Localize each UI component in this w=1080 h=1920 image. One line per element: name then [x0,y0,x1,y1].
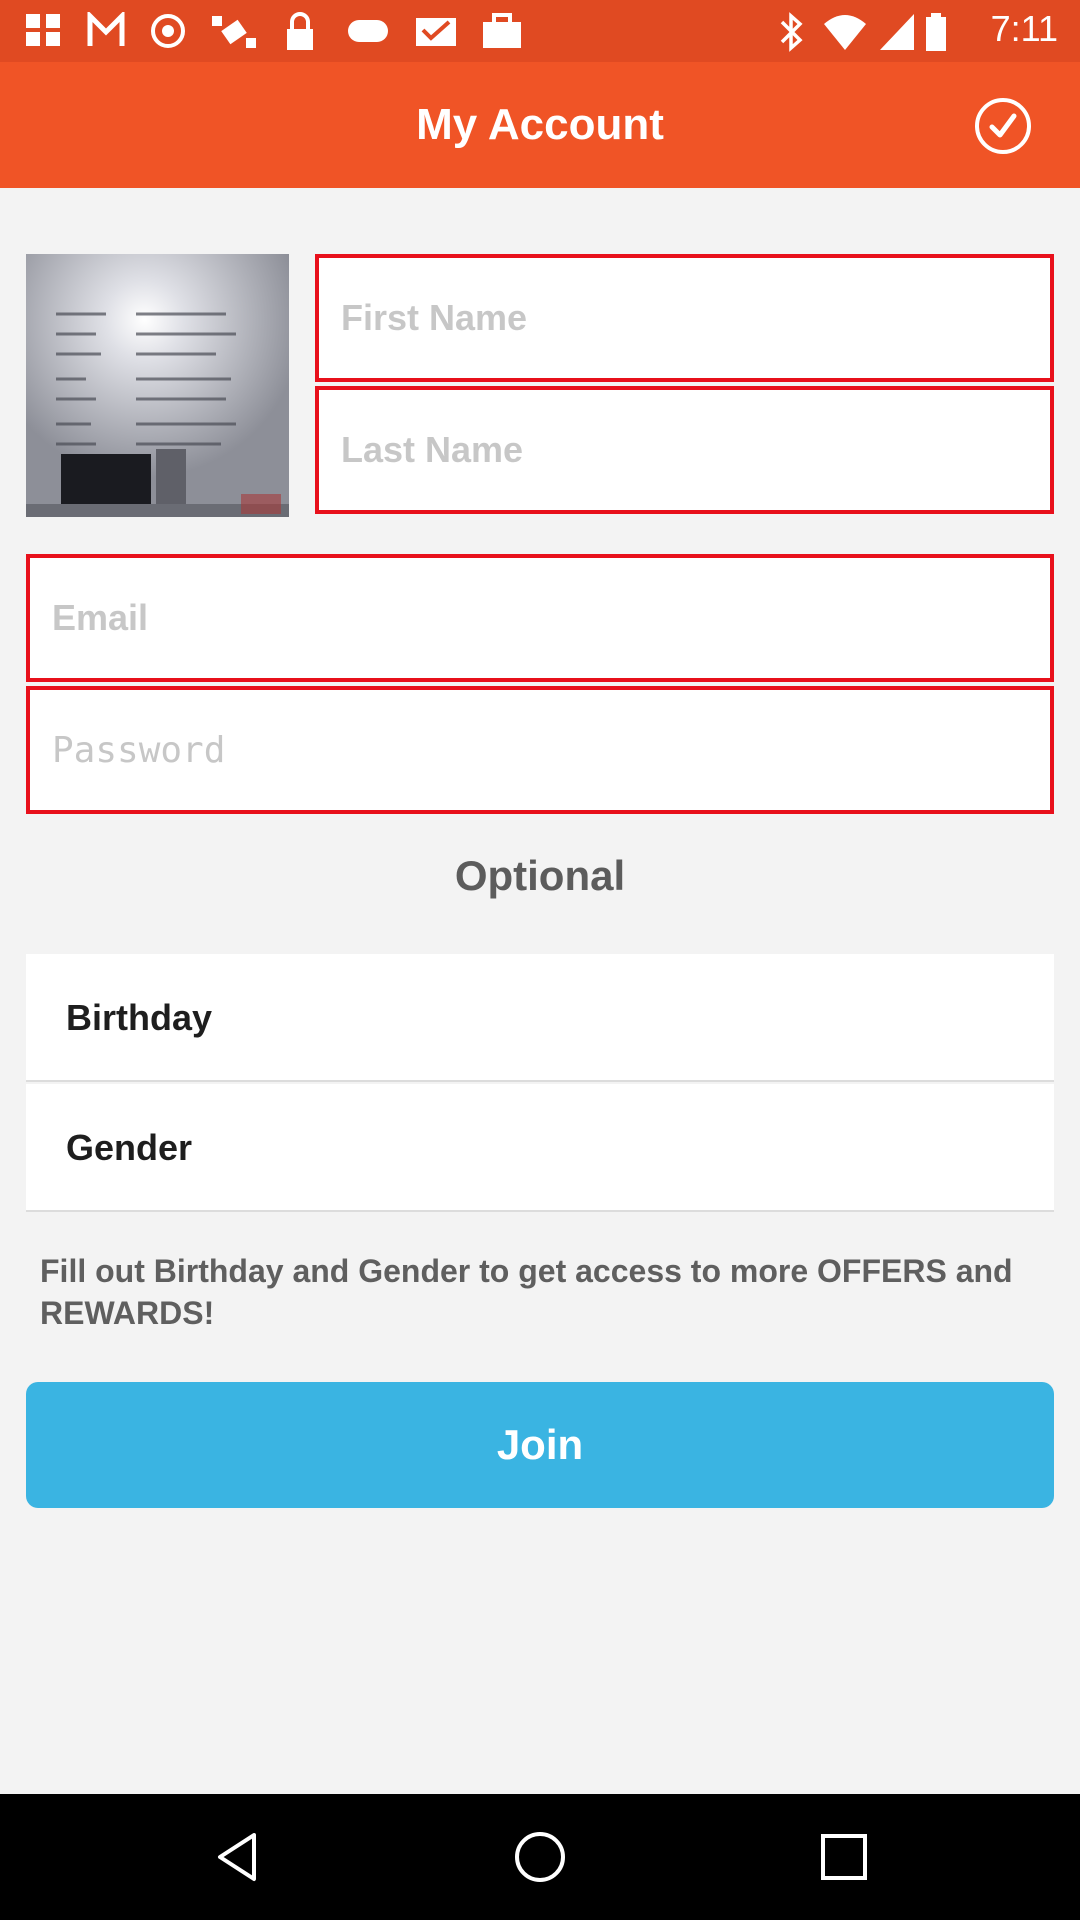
game-controller-icon [348,20,388,42]
inbox-icon [416,18,456,46]
email-field[interactable] [26,554,1054,682]
recents-icon[interactable] [816,1829,872,1885]
satellite-icon [212,16,256,48]
app-bar: My Account [0,62,1080,188]
cell-signal-icon [880,14,914,50]
lock-icon [287,12,313,50]
wifi-icon [824,15,866,50]
gender-label: Gender [66,1127,193,1168]
birthday-label: Birthday [66,997,213,1038]
signal-icon [87,12,125,46]
first-name-field[interactable] [315,254,1054,382]
clock-icon [151,14,185,48]
navigation-bar [0,1794,1080,1920]
password-field[interactable] [26,686,1054,814]
status-bar: 7:11 [0,0,1080,62]
profile-photo-image [26,254,289,517]
fake-gps-icon [26,14,60,46]
page-title: My Account [416,100,664,149]
optional-heading: Optional [454,852,626,899]
optional-info-text: Fill out Birthday and Gender to get acce… [40,1253,1013,1331]
birthday-row[interactable]: Birthday [26,954,1054,1082]
email-input[interactable] [30,558,1050,678]
home-icon[interactable] [512,1829,568,1885]
check-circle-icon [989,113,1017,138]
battery-icon [926,13,946,51]
bag-icon [483,13,521,48]
status-time: 7:11 [990,8,1058,49]
back-icon[interactable] [210,1829,266,1885]
last-name-field[interactable] [315,386,1054,514]
join-button[interactable]: Join [26,1382,1054,1508]
first-name-input[interactable] [319,258,1050,378]
profile-photo[interactable] [26,254,289,517]
confirm-button[interactable] [975,98,1031,154]
password-input[interactable] [30,690,1050,810]
gender-row[interactable]: Gender [26,1084,1054,1212]
last-name-input[interactable] [319,390,1050,510]
bluetooth-icon [780,12,803,52]
